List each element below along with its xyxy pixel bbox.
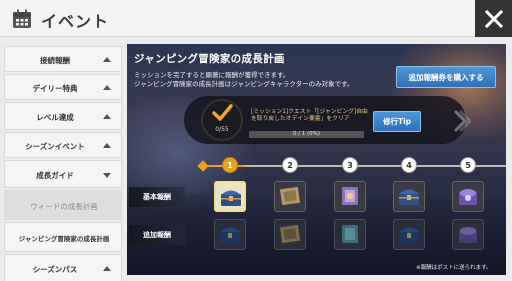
card-pack-icon — [342, 187, 358, 205]
step-2[interactable]: 2 — [282, 157, 298, 173]
chevron-up-icon — [103, 114, 111, 119]
growth-plan-panel: ジャンピング冒険家の成長計画 ミッションを完了すると顕著に報酬が獲得できます。 … — [127, 44, 506, 275]
close-icon — [484, 9, 503, 28]
sidebar-item-daily-bonus[interactable]: デイリー特典 — [4, 74, 122, 100]
sidebar-item-growth-guide[interactable]: 成長ガイド — [4, 160, 122, 188]
sidebar-item-label: 成長ガイド — [36, 171, 74, 180]
panel-description-line2: ジャンピング冒険家の成長計画はジャンピングキャラクターのみ対象です。 — [134, 80, 354, 88]
sidebar-item-label: 接続報酬 — [40, 56, 70, 65]
step-4[interactable]: 4 — [401, 157, 417, 173]
treasure-chest-icon — [220, 227, 240, 243]
basic-reward-label: 基本報酬 — [129, 187, 185, 207]
scroll-icon — [279, 224, 301, 244]
sidebar-item-login-reward[interactable]: 接続報酬 — [4, 46, 122, 72]
sidebar-item-season-event[interactable]: シーズンイベント — [4, 132, 122, 158]
sidebar-item-label: シーズンパス — [32, 265, 78, 274]
chevron-up-icon — [103, 57, 111, 62]
chevron-right-icon[interactable] — [451, 109, 471, 133]
extra-reward-label: 追加報酬 — [129, 225, 185, 245]
basic-reward-1[interactable] — [214, 181, 246, 212]
sidebar-subitem-weed-growth-plan[interactable]: ウィードの成長計画 — [4, 190, 122, 220]
extra-reward-3[interactable] — [334, 219, 366, 250]
treasure-chest-icon — [399, 227, 419, 243]
treasure-chest-icon — [221, 190, 241, 206]
extra-reward-2[interactable] — [274, 219, 306, 250]
sidebar-item-level-achievement[interactable]: レベル達成 — [4, 102, 122, 130]
mission-count: 0/55 — [215, 126, 229, 133]
close-button[interactable] — [475, 0, 512, 37]
chevron-up-icon — [103, 143, 111, 148]
footnote: ※報酬はポストに送られます。 — [416, 265, 492, 271]
extra-reward-5[interactable] — [452, 219, 484, 250]
extra-reward-1[interactable] — [214, 219, 246, 250]
sidebar-item-label: シーズンイベント — [25, 142, 85, 151]
scroll-icon — [279, 186, 301, 206]
sidebar-item-season-pass[interactable]: シーズンパス — [4, 254, 122, 281]
window-title: イベント — [41, 12, 110, 31]
step-3[interactable]: 3 — [342, 157, 358, 173]
step-5[interactable]: 5 — [460, 157, 476, 173]
sidebar-subitem-jumping-adventurer-plan[interactable]: ジャンピング冒険家の成長計画 — [4, 222, 122, 252]
calendar-icon — [13, 9, 31, 28]
purple-box-icon — [459, 227, 477, 243]
chevron-up-icon — [103, 266, 111, 271]
panel-title: ジャンピング冒険家の成長計画 — [134, 53, 285, 65]
chevron-up-icon — [103, 85, 111, 90]
sidebar-item-label: ジャンピング冒険家の成長計画 — [18, 235, 110, 243]
sidebar: 接続報酬 デイリー特典 レベル達成 シーズンイベント 成長ガイド ウィードの成長… — [4, 44, 122, 281]
mission-text-line2: を取り戻したオデイン要塞」をクリア — [251, 116, 350, 122]
card-pack-icon — [342, 225, 358, 243]
training-tip-button[interactable]: 修行Tip — [373, 111, 421, 132]
sidebar-item-label: ウィードの成長計画 — [30, 202, 98, 211]
extra-reward-4[interactable] — [393, 219, 425, 250]
step-1[interactable]: 1 — [222, 157, 238, 173]
purple-box-icon — [459, 189, 477, 205]
chevron-down-icon — [103, 173, 111, 178]
checkmark-icon — [212, 104, 233, 121]
sidebar-item-label: レベル達成 — [36, 113, 74, 122]
basic-reward-2[interactable] — [274, 181, 306, 212]
window-header: イベント — [0, 0, 512, 37]
event-window: イベント 接続報酬 デイリー特典 レベル達成 シーズンイベント 成長ガイド ウィ… — [0, 0, 512, 281]
treasure-chest-icon — [399, 189, 419, 205]
mission-progress-label: 0 / 1 (0%) — [292, 131, 321, 137]
basic-reward-4[interactable] — [393, 181, 425, 212]
basic-reward-5[interactable] — [452, 181, 484, 212]
sidebar-item-label: デイリー特典 — [32, 84, 78, 93]
basic-reward-3[interactable] — [334, 181, 366, 212]
buy-extra-reward-ticket-button[interactable]: 追加報酬券を購入する — [396, 66, 496, 88]
